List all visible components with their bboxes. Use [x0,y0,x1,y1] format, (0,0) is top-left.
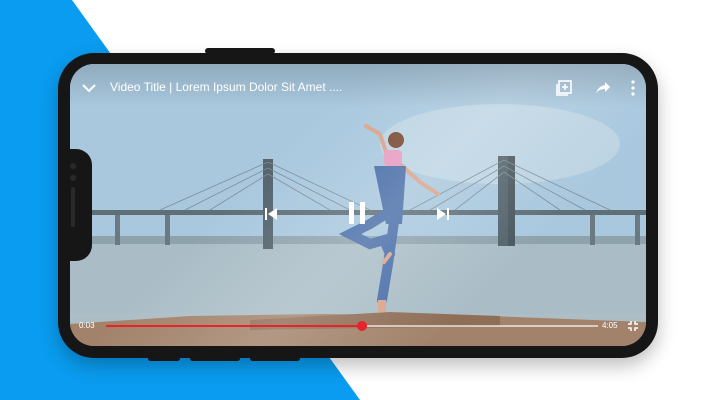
add-to-queue-icon[interactable] [556,80,572,101]
duration: 4:05 [602,321,618,330]
phone-bottom-button-2 [190,356,240,361]
phone-bottom-button-3 [250,356,300,361]
video-player[interactable]: Video Title | Lorem Ipsum Dolor Sit Amet… [70,64,646,346]
phone-top-button [205,48,275,54]
video-title: Video Title | Lorem Ipsum Dolor Sit Amet… [110,80,343,94]
progress-scrubber[interactable] [356,321,367,331]
skip-next-icon[interactable] [436,207,450,226]
skip-previous-icon[interactable] [264,207,278,226]
phone-notch [70,149,92,261]
sensor [70,175,76,181]
fullscreen-exit-icon[interactable] [627,319,639,337]
current-time: 0:03 [79,321,95,330]
share-icon[interactable] [595,81,611,100]
chevron-down-icon[interactable] [82,80,96,98]
front-camera [70,163,76,169]
progress-played [106,325,362,327]
pause-icon[interactable] [347,201,367,230]
phone-bottom-button-1 [148,356,180,361]
earpiece-speaker [71,187,75,227]
progress-bar[interactable] [106,321,598,331]
more-vertical-icon[interactable] [631,80,635,101]
